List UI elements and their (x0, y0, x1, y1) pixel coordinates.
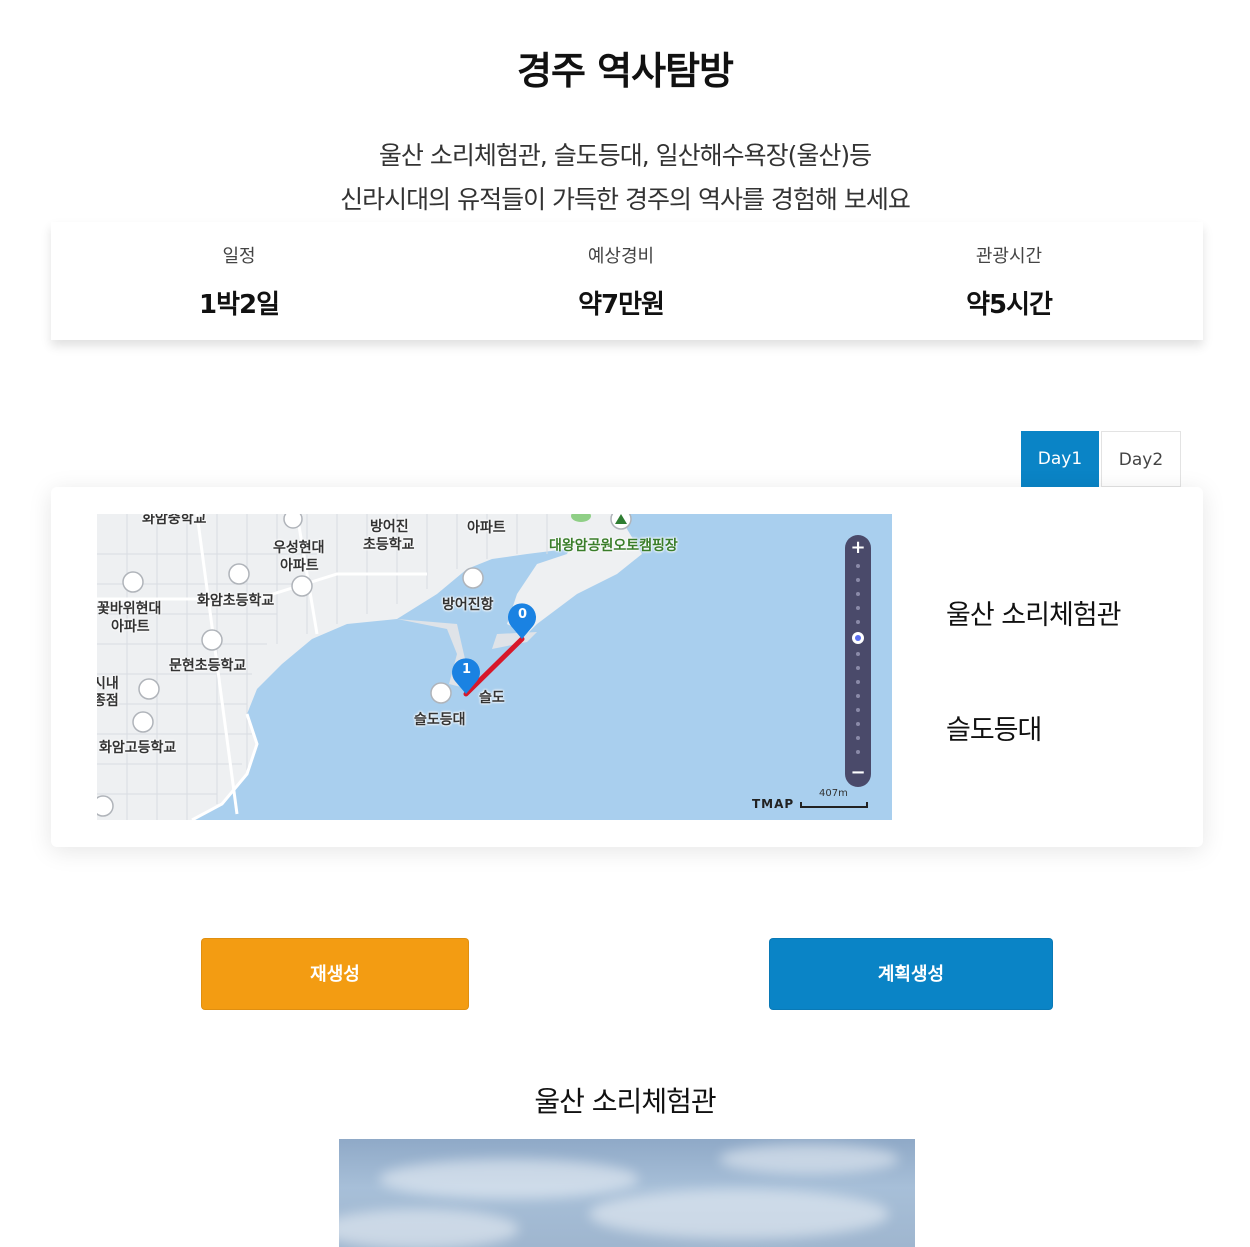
stop-label-2: 슬도등대 (946, 715, 1042, 746)
map-label-apartment: 아파트 (467, 520, 506, 536)
map-label-flower-apt-2: 아파트 (111, 619, 150, 635)
map-label-munhyeon-school: 문현초등학교 (169, 658, 247, 674)
route-marker-1-label: 1 (462, 662, 472, 677)
map-label-campground: 대왕암공원오토캠핑장 (549, 538, 678, 554)
create-plan-button[interactable]: 계획생성 (769, 938, 1053, 1010)
map-label-seuldo: 슬도 (479, 690, 505, 706)
summary-cost-label: 예상경비 (587, 246, 655, 267)
tab-day1[interactable]: Day1 (1021, 431, 1099, 487)
map-label-hwaam-elementary: 화암초등학교 (197, 593, 275, 609)
zoom-slider-knob[interactable] (852, 632, 864, 644)
summary-cost-value: 약7만원 (578, 290, 665, 320)
regenerate-button[interactable]: 재생성 (201, 938, 469, 1010)
map-label-flower-apt: 꽃바위현대 (97, 601, 162, 617)
map-scale-label: 407m (819, 788, 848, 799)
summary-schedule-value: 1박2일 (198, 290, 280, 320)
place-photo (339, 1139, 915, 1247)
place-title: 울산 소리체험관 (534, 1085, 716, 1118)
map-label-hwaam-high: 화암고등학교 (99, 740, 177, 756)
map-label-seuldo-lighthouse: 슬도등대 (414, 712, 466, 728)
zoom-out-button[interactable]: − (845, 763, 871, 783)
page-description-line-2: 신라시대의 유적들이 가득한 경주의 역사를 경험해 보세요 (340, 185, 911, 214)
map-brand-logo: TMAP (752, 797, 795, 811)
map-zoom-control[interactable]: + − (845, 535, 871, 787)
trip-summary-card: 일정 1박2일 예상경비 약7만원 관광시간 약5시간 (51, 222, 1203, 340)
page-description-line-1: 울산 소리체험관, 슬도등대, 일산해수욕장(울산)등 (378, 141, 872, 170)
map-label-bangeojin-school-2: 초등학교 (363, 537, 415, 553)
map-label-terminus: 종점 (97, 693, 119, 709)
route-marker-0-label: 0 (518, 607, 528, 622)
route-map-card: 화암중학교 아파트 방어진 초등학교 우성현대 아파트 대왕암공원오토캠핑장 꽃… (51, 487, 1203, 847)
summary-schedule-label: 일정 (222, 246, 256, 267)
map-scale-bar (800, 802, 868, 808)
summary-time-label: 관광시간 (975, 246, 1043, 267)
page-title: 경주 역사탐방 (517, 49, 734, 93)
route-map[interactable]: 화암중학교 아파트 방어진 초등학교 우성현대 아파트 대왕암공원오토캠핑장 꽃… (97, 514, 892, 820)
map-label-bangeojin-school: 방어진 (370, 519, 409, 535)
map-label-hwaam-middle: 화암중학교 (142, 514, 207, 527)
map-label-woosung-apt-2: 아파트 (280, 558, 319, 574)
stop-label-1: 울산 소리체험관 (946, 600, 1121, 631)
map-label-woosung-apt: 우성현대 (273, 540, 325, 556)
map-label-bangeojin-port: 방어진항 (442, 597, 494, 613)
summary-time-value: 약5시간 (966, 290, 1053, 320)
zoom-in-button[interactable]: + (845, 538, 871, 558)
tab-day2[interactable]: Day2 (1101, 431, 1181, 487)
